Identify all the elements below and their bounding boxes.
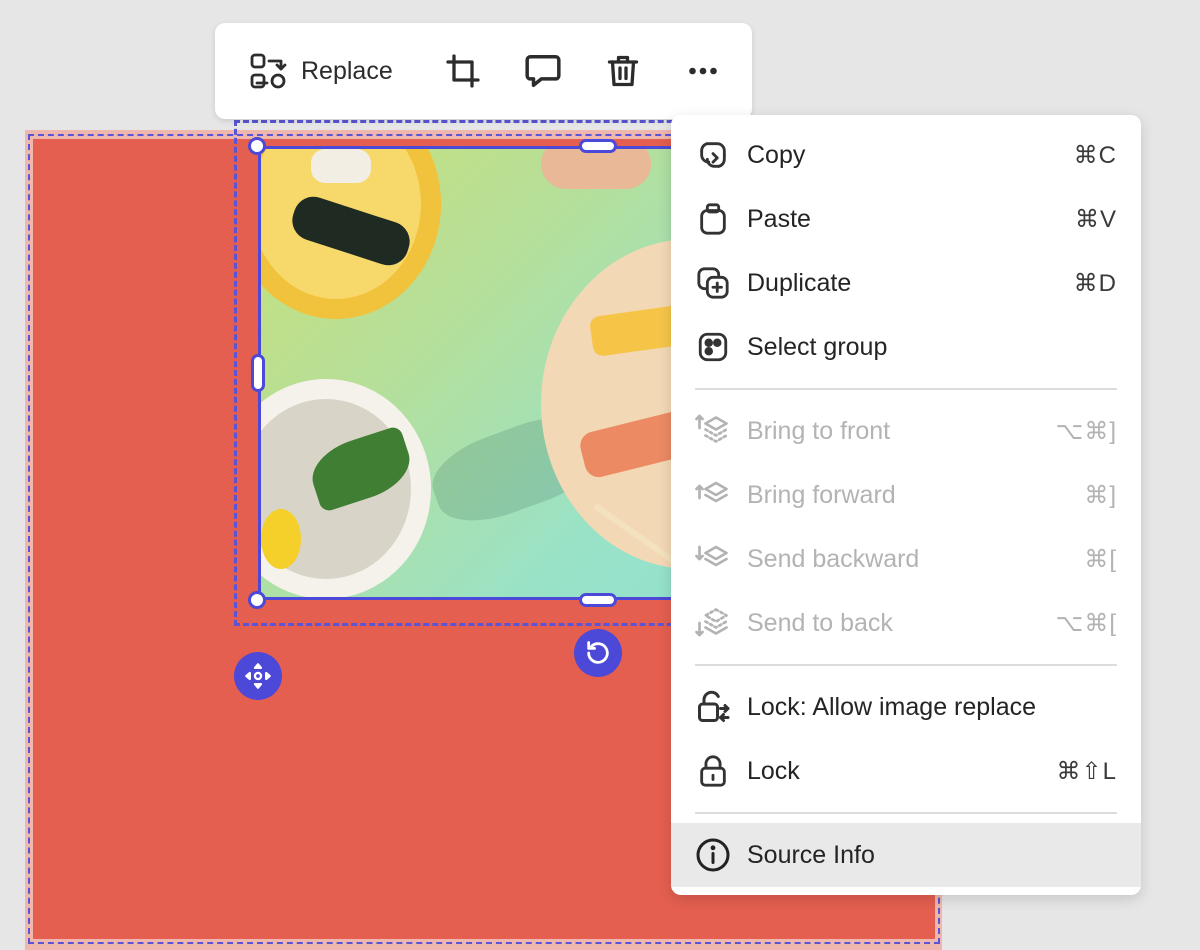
menu-shortcut: ⌘D	[1073, 269, 1117, 297]
select-group-icon	[695, 329, 731, 365]
comment-icon	[525, 55, 561, 87]
menu-shortcut: ⌘⇧L	[1056, 757, 1117, 785]
menu-label: Duplicate	[747, 268, 852, 297]
menu-separator	[695, 388, 1117, 390]
info-icon	[695, 837, 731, 873]
lock-replace-icon	[695, 689, 731, 725]
menu-item-select-group[interactable]: Select group	[671, 315, 1141, 379]
menu-label: Lock: Allow image replace	[747, 692, 1037, 721]
bring-to-front-icon	[695, 413, 731, 449]
paste-icon	[695, 201, 731, 237]
crop-icon	[446, 54, 480, 88]
resize-handle-bottom-left[interactable]	[248, 591, 266, 609]
trash-icon	[607, 55, 638, 87]
send-to-back-icon	[695, 605, 731, 641]
duplicate-icon	[695, 265, 731, 301]
more-options-button[interactable]	[683, 51, 723, 91]
menu-item-duplicate[interactable]: Duplicate ⌘D	[671, 251, 1141, 315]
copy-icon	[695, 137, 731, 173]
bring-forward-icon	[695, 477, 731, 513]
more-icon	[688, 67, 717, 75]
menu-item-source-info[interactable]: Source Info	[671, 823, 1141, 887]
menu-shortcut: ⌥⌘]	[1055, 417, 1117, 445]
menu-label: Source Info	[747, 840, 875, 869]
menu-shortcut: ⌘[	[1084, 545, 1117, 573]
menu-shortcut: ⌘V	[1074, 205, 1117, 233]
context-menu: Copy ⌘C Paste ⌘V Duplicate ⌘D Select gro…	[671, 115, 1141, 895]
delete-button[interactable]	[603, 51, 643, 91]
menu-item-lock[interactable]: Lock ⌘⇧L	[671, 739, 1141, 803]
resize-handle-top-left[interactable]	[248, 137, 266, 155]
menu-shortcut: ⌘C	[1073, 141, 1117, 169]
resize-handle-bottom[interactable]	[579, 593, 617, 607]
menu-shortcut: ⌘]	[1084, 481, 1117, 509]
menu-item-copy[interactable]: Copy ⌘C	[671, 123, 1141, 187]
menu-shortcut: ⌥⌘[	[1055, 609, 1117, 637]
replace-icon	[250, 53, 287, 89]
menu-label: Send to back	[747, 608, 893, 637]
move-icon	[245, 663, 271, 689]
menu-item-send-backward[interactable]: Send backward ⌘[	[671, 527, 1141, 591]
menu-item-send-to-back[interactable]: Send to back ⌥⌘[	[671, 591, 1141, 655]
crop-button[interactable]	[443, 51, 483, 91]
comment-button[interactable]	[523, 51, 563, 91]
replace-label: Replace	[301, 56, 393, 85]
resize-handle-left[interactable]	[251, 354, 265, 392]
menu-separator	[695, 664, 1117, 666]
menu-label: Lock	[747, 756, 800, 785]
menu-label: Paste	[747, 204, 811, 233]
replace-button[interactable]: Replace	[249, 52, 393, 90]
menu-label: Bring to front	[747, 416, 891, 445]
menu-label: Bring forward	[747, 480, 896, 509]
send-backward-icon	[695, 541, 731, 577]
lock-icon	[695, 753, 731, 789]
menu-item-paste[interactable]: Paste ⌘V	[671, 187, 1141, 251]
rotate-icon	[587, 641, 609, 664]
move-button[interactable]	[234, 652, 282, 700]
menu-separator	[695, 812, 1117, 814]
menu-item-bring-forward[interactable]: Bring forward ⌘]	[671, 463, 1141, 527]
rotate-button[interactable]	[574, 629, 622, 677]
resize-handle-top[interactable]	[579, 139, 617, 153]
menu-item-lock-allow-image-replace[interactable]: Lock: Allow image replace	[671, 675, 1141, 739]
floating-toolbar: Replace	[215, 23, 752, 119]
menu-label: Send backward	[747, 544, 920, 573]
menu-item-bring-to-front[interactable]: Bring to front ⌥⌘]	[671, 399, 1141, 463]
menu-label: Copy	[747, 140, 806, 169]
menu-label: Select group	[747, 332, 888, 361]
